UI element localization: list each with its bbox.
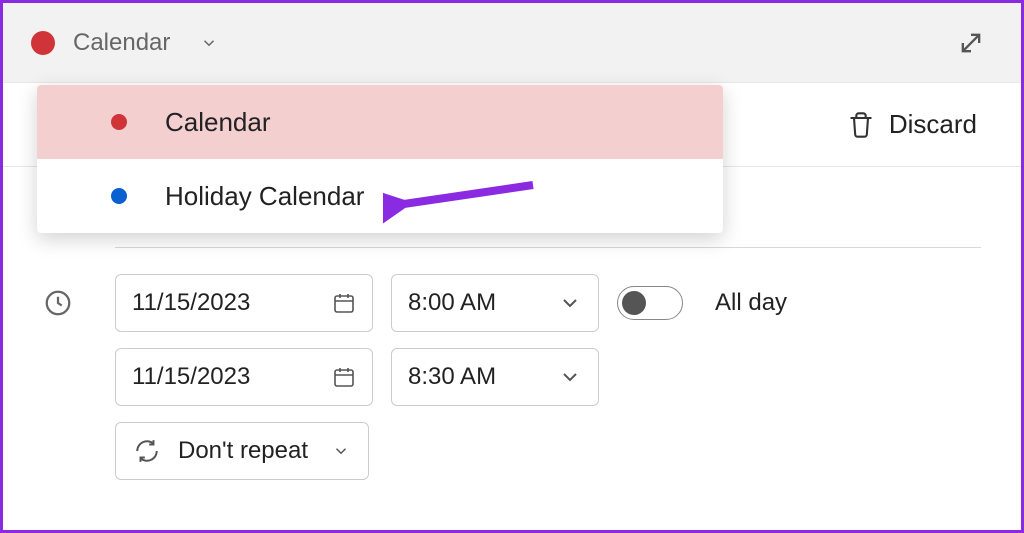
calendar-selector-label: Calendar (73, 29, 170, 57)
end-date-field[interactable]: 11/15/2023 (115, 348, 373, 406)
dropdown-item-label: Holiday Calendar (165, 181, 364, 212)
discard-button[interactable]: Discard (847, 109, 977, 140)
start-row: 11/15/2023 8:00 AM All day (43, 274, 981, 332)
repeat-row: Don't repeat (43, 422, 981, 480)
trash-icon (847, 111, 875, 139)
chevron-down-icon (558, 291, 582, 315)
repeat-field[interactable]: Don't repeat (115, 422, 369, 480)
start-date-field[interactable]: 11/15/2023 (115, 274, 373, 332)
start-date-value: 11/15/2023 (132, 289, 250, 317)
clock-icon (43, 288, 73, 318)
end-time-field[interactable]: 8:30 AM (391, 348, 599, 406)
dropdown-item-calendar[interactable]: Calendar (37, 85, 723, 159)
chevron-down-icon (200, 34, 218, 52)
calendar-color-dot (111, 114, 127, 130)
calendar-selector[interactable]: Calendar (31, 29, 218, 57)
header-bar: Calendar (3, 3, 1021, 83)
allday-label: All day (715, 289, 787, 317)
dropdown-item-label: Calendar (165, 107, 271, 138)
discard-label: Discard (889, 109, 977, 140)
allday-toggle[interactable] (617, 286, 683, 320)
end-row: 11/15/2023 8:30 AM (43, 348, 981, 406)
dropdown-item-holiday-calendar[interactable]: Holiday Calendar (37, 159, 723, 233)
expand-icon[interactable] (957, 29, 985, 57)
calendar-dropdown: Calendar Holiday Calendar (37, 85, 723, 233)
chevron-down-icon (332, 442, 350, 460)
end-time-value: 8:30 AM (408, 363, 496, 391)
end-date-value: 11/15/2023 (132, 363, 250, 391)
toggle-knob (622, 291, 646, 315)
repeat-label: Don't repeat (178, 437, 308, 465)
start-time-value: 8:00 AM (408, 289, 496, 317)
divider (115, 247, 981, 248)
calendar-icon (332, 291, 356, 315)
calendar-color-dot (111, 188, 127, 204)
calendar-icon (332, 365, 356, 389)
calendar-color-dot (31, 31, 55, 55)
repeat-icon (134, 438, 160, 464)
start-time-field[interactable]: 8:00 AM (391, 274, 599, 332)
chevron-down-icon (558, 365, 582, 389)
